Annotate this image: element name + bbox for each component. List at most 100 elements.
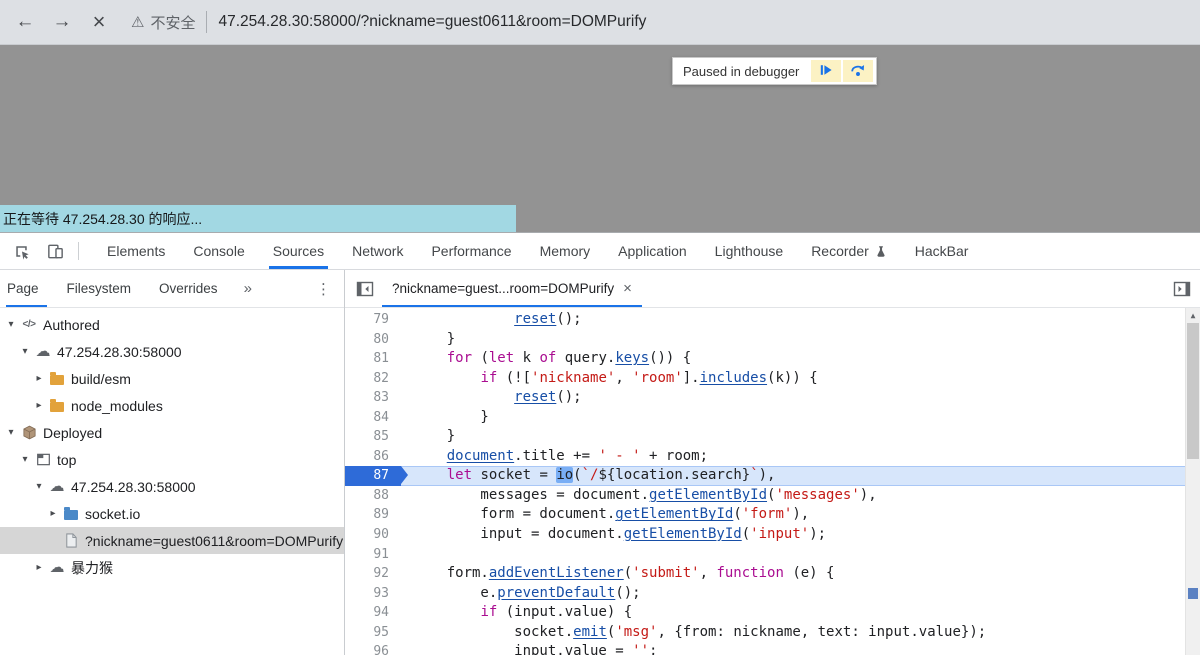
- hide-navigator-icon[interactable]: [353, 277, 377, 301]
- line-number[interactable]: 89: [345, 505, 401, 525]
- close-tab-icon[interactable]: ×: [623, 280, 632, 297]
- code-token: includes: [699, 369, 768, 386]
- security-label[interactable]: 不安全: [150, 12, 195, 33]
- editor-scrollbar[interactable]: ▲: [1185, 308, 1200, 655]
- kebab-menu-icon[interactable]: ⋮: [316, 280, 331, 298]
- line-number[interactable]: 81: [345, 349, 401, 369]
- line-content[interactable]: e.preventDefault();: [401, 584, 1185, 604]
- line-number[interactable]: 94: [345, 603, 401, 623]
- line-content[interactable]: if (input.value) {: [401, 603, 1185, 623]
- tab-network[interactable]: Network: [338, 233, 417, 269]
- tree-item[interactable]: ▾ Deployed: [0, 419, 344, 446]
- line-number[interactable]: 96: [345, 642, 401, 655]
- tree-item[interactable]: ▾ ☁ 47.254.28.30:58000: [0, 338, 344, 365]
- resume-button[interactable]: [811, 60, 842, 82]
- tab-memory[interactable]: Memory: [526, 233, 605, 269]
- tab-application[interactable]: Application: [604, 233, 701, 269]
- chevron-down-icon[interactable]: ▾: [4, 427, 18, 438]
- line-content[interactable]: socket.emit('msg', {from: nickname, text…: [401, 623, 1185, 643]
- tree-item[interactable]: ▸ socket.io: [0, 500, 344, 527]
- sidebar-tab-overrides[interactable]: Overrides: [145, 270, 232, 307]
- line-number[interactable]: 83: [345, 388, 401, 408]
- line-number[interactable]: 79: [345, 310, 401, 330]
- code-editor[interactable]: 79 reset(); 80 } 81 for (let k of query.ke…: [345, 308, 1200, 655]
- paused-line-number[interactable]: 87: [345, 466, 408, 486]
- code-line: 96 input.value = '';: [345, 642, 1185, 655]
- code-token: ();: [556, 389, 582, 406]
- line-content[interactable]: if (!['nickname', 'room'].includes(k)) {: [401, 369, 1185, 389]
- tree-item[interactable]: ?nickname=guest0611&room=DOMPurify: [0, 527, 344, 554]
- tab-hackbar[interactable]: HackBar: [901, 233, 983, 269]
- scrollbar-up-arrow-icon[interactable]: ▲: [1186, 308, 1200, 323]
- chevron-down-icon[interactable]: ▾: [4, 319, 18, 330]
- line-number[interactable]: 80: [345, 330, 401, 350]
- line-number[interactable]: 91: [345, 545, 401, 565]
- tab-recorder[interactable]: Recorder: [797, 233, 901, 269]
- code-token: getElementById: [649, 486, 768, 503]
- line-content[interactable]: for (let k of query.keys()) {: [401, 349, 1185, 369]
- line-content[interactable]: input.value = '';: [401, 642, 1185, 655]
- step-over-button[interactable]: [843, 60, 874, 82]
- code-token: of: [539, 350, 557, 367]
- line-content[interactable]: input = document.getElementById('input')…: [401, 525, 1185, 545]
- tab-lighthouse[interactable]: Lighthouse: [701, 233, 798, 269]
- address-bar[interactable]: ⚠ 不安全 47.254.28.30:58000/?nickname=guest…: [131, 11, 646, 33]
- editor-tab[interactable]: ?nickname=guest...room=DOMPurify ×: [382, 270, 642, 307]
- line-number[interactable]: 93: [345, 584, 401, 604]
- code-token: (: [573, 467, 582, 484]
- line-number[interactable]: 84: [345, 408, 401, 428]
- security-warning-icon[interactable]: ⚠: [131, 13, 144, 31]
- tab-performance[interactable]: Performance: [417, 233, 525, 269]
- line-content[interactable]: }: [401, 427, 1185, 447]
- line-content[interactable]: }: [401, 330, 1185, 350]
- chevron-down-icon[interactable]: ▾: [18, 346, 32, 357]
- show-debugger-pane-icon[interactable]: [1170, 277, 1194, 301]
- line-content[interactable]: reset();: [401, 310, 1185, 330]
- line-content[interactable]: form = document.getElementById('form'),: [401, 505, 1185, 525]
- tab-sources[interactable]: Sources: [259, 233, 338, 269]
- tab-console[interactable]: Console: [179, 233, 258, 269]
- line-content[interactable]: }: [401, 408, 1185, 428]
- line-number[interactable]: 86: [345, 447, 401, 467]
- url-text[interactable]: 47.254.28.30:58000/?nickname=guest0611&r…: [218, 13, 646, 31]
- line-content[interactable]: form.addEventListener('submit', function…: [401, 564, 1185, 584]
- line-number[interactable]: 85: [345, 427, 401, 447]
- line-number[interactable]: 92: [345, 564, 401, 584]
- sources-navigator: Page Filesystem Overrides » ⋮ ▾ </> Authored…: [0, 270, 345, 655]
- chevron-right-icon[interactable]: ▸: [32, 400, 46, 411]
- stop-icon[interactable]: ×: [87, 9, 111, 35]
- line-number[interactable]: 95: [345, 623, 401, 643]
- tree-item[interactable]: ▾ top: [0, 446, 344, 473]
- line-content[interactable]: document.title += ' - ' + room;: [401, 447, 1185, 467]
- line-number[interactable]: 82: [345, 369, 401, 389]
- chevron-right-icon[interactable]: ▸: [46, 508, 60, 519]
- sidebar-tab-filesystem[interactable]: Filesystem: [53, 270, 146, 307]
- cloud-icon: ☁: [35, 343, 51, 360]
- tree-item[interactable]: ▾ </> Authored: [0, 311, 344, 338]
- sidebar-tab-page[interactable]: Page: [0, 270, 53, 307]
- more-tabs-icon[interactable]: »: [232, 280, 264, 297]
- device-toolbar-icon[interactable]: [42, 238, 68, 264]
- tree-item[interactable]: ▸ build/esm: [0, 365, 344, 392]
- line-number[interactable]: 88: [345, 486, 401, 506]
- line-content[interactable]: messages = document.getElementById('mess…: [401, 486, 1185, 506]
- tree-item[interactable]: ▾ ☁ 47.254.28.30:58000: [0, 473, 344, 500]
- line-number[interactable]: 90: [345, 525, 401, 545]
- code-token: messages = document.: [413, 486, 650, 503]
- back-icon[interactable]: ←: [13, 11, 37, 33]
- line-content[interactable]: let socket = io(`/${location.search}`),: [401, 466, 1185, 486]
- chevron-right-icon[interactable]: ▸: [32, 562, 46, 573]
- code-token: ),: [792, 506, 810, 523]
- tab-elements[interactable]: Elements: [93, 233, 179, 269]
- code-token: ].: [682, 369, 700, 386]
- chevron-right-icon[interactable]: ▸: [32, 373, 46, 384]
- tree-item[interactable]: ▸ node_modules: [0, 392, 344, 419]
- inspect-element-icon[interactable]: [8, 238, 34, 264]
- chevron-down-icon[interactable]: ▾: [32, 481, 46, 492]
- line-content[interactable]: [401, 545, 1185, 565]
- scrollbar-thumb[interactable]: [1187, 323, 1199, 459]
- forward-icon[interactable]: →: [50, 11, 74, 33]
- chevron-down-icon[interactable]: ▾: [18, 454, 32, 465]
- tree-item[interactable]: ▸ ☁ 暴力猴: [0, 554, 344, 581]
- line-content[interactable]: reset();: [401, 388, 1185, 408]
